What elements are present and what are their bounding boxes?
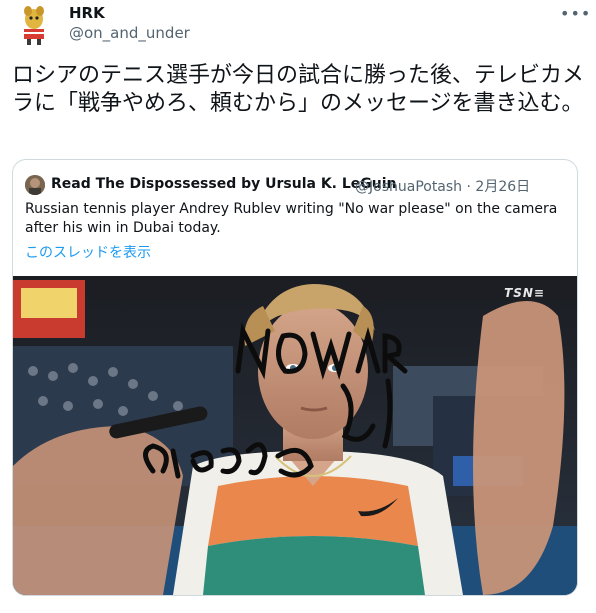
quoted-author-avatar[interactable] [25, 175, 45, 195]
tweet-text: ロシアのテニス選手が今日の試合に勝った後、テレビカメラに「戦争やめろ、頼むから」… [12, 63, 585, 116]
author-avatar[interactable] [12, 3, 56, 47]
media-watermark: TSN≡ [504, 286, 545, 300]
quoted-media-image[interactable]: TSN≡ [13, 276, 577, 595]
quoted-author-name[interactable]: Read The Dispossessed by Ursula K. LeGui… [51, 176, 397, 192]
quoted-author-handle[interactable]: @JoshuaPotash · 2月26日 [355, 176, 530, 196]
author-name[interactable]: HRK [69, 4, 105, 22]
more-options-icon[interactable]: ••• [560, 4, 591, 23]
quoted-tweet[interactable]: Read The Dispossessed by Ursula K. LeGui… [12, 159, 578, 596]
tennis-player-photo [13, 276, 577, 595]
show-thread-link[interactable]: このスレッドを表示 [25, 242, 151, 262]
author-handle[interactable]: @on_and_under [69, 24, 190, 42]
quoted-tweet-text: Russian tennis player Andrey Rublev writ… [25, 201, 558, 236]
tweet-card[interactable]: HRK @on_and_under ••• ロシアのテニス選手が今日の試合に勝っ… [0, 0, 596, 613]
